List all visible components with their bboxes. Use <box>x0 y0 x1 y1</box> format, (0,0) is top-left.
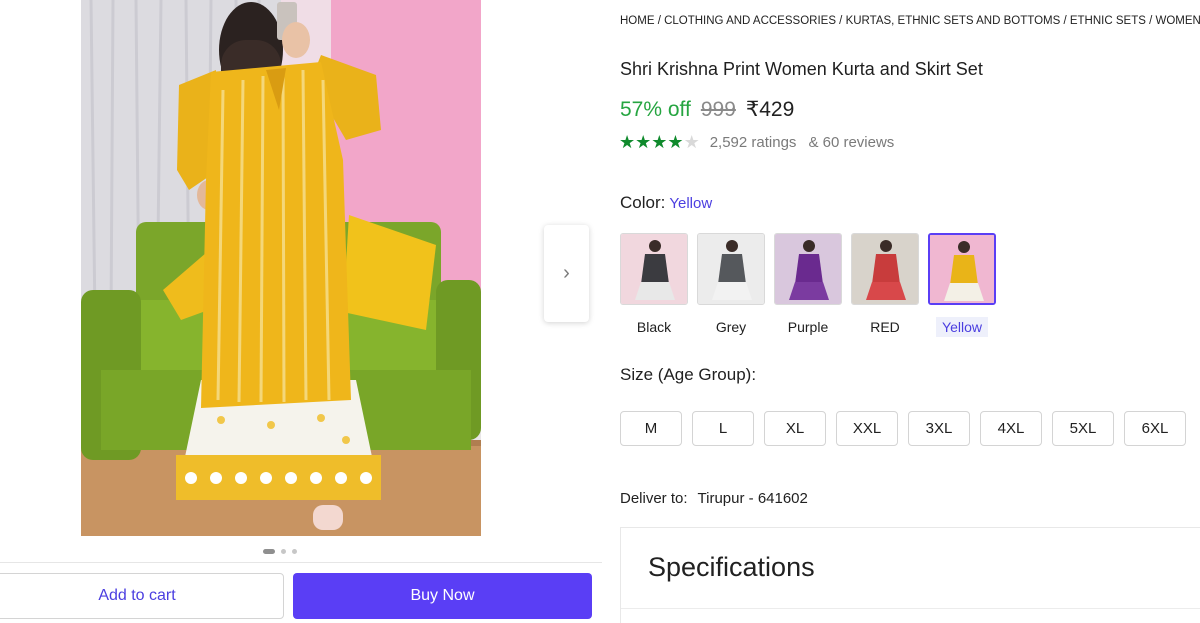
color-thumbnail <box>697 233 765 305</box>
color-thumbnail <box>620 233 688 305</box>
star-icon: ★ <box>683 132 700 152</box>
add-to-cart-button[interactable]: Add to cart <box>0 573 284 619</box>
star-icon: ★ <box>651 132 668 152</box>
ratings-count[interactable]: 2,592 ratings <box>710 134 797 151</box>
carousel-dot-1[interactable] <box>263 549 275 554</box>
color-option-label: Purple <box>787 319 829 335</box>
breadcrumb[interactable]: HOME / CLOTHING AND ACCESSORIES / KURTAS… <box>620 15 1200 27</box>
size-option-xl[interactable]: XL <box>764 411 826 446</box>
selected-color: Yellow <box>669 195 713 212</box>
color-thumbnail <box>774 233 842 305</box>
rating-row: ★ ★ ★ ★ ★ 2,592 ratings & 60 reviews <box>619 133 894 151</box>
carousel-dot-3[interactable] <box>292 549 297 554</box>
star-icon: ★ <box>635 132 652 152</box>
deliver-to-label: Deliver to: <box>620 490 688 507</box>
star-icon: ★ <box>667 132 684 152</box>
original-price: 999 <box>700 98 736 121</box>
color-swatches: Black Grey Purple RED Yellow <box>620 233 996 337</box>
size-option-5xl[interactable]: 5XL <box>1052 411 1114 446</box>
size-option-l[interactable]: L <box>692 411 754 446</box>
size-option-6xl[interactable]: 6XL <box>1124 411 1186 446</box>
color-option-label: Grey <box>715 319 747 335</box>
color-option-label: Yellow <box>936 317 988 337</box>
selling-price: ₹429 <box>745 98 795 121</box>
product-image[interactable] <box>81 0 481 536</box>
size-option-xxl[interactable]: XXL <box>836 411 898 446</box>
size-label: Size (Age Group): <box>620 365 757 384</box>
delivery-info: Deliver to: Tirupur - 641602 <box>620 490 808 507</box>
divider <box>621 608 1200 609</box>
specifications-title[interactable]: Specifications <box>648 552 815 583</box>
star-rating: ★ ★ ★ ★ ★ <box>619 133 700 151</box>
color-thumbnail <box>928 233 996 305</box>
color-option-yellow[interactable]: Yellow <box>928 233 996 337</box>
buy-now-button[interactable]: Buy Now <box>293 573 592 619</box>
color-thumbnail <box>851 233 919 305</box>
color-label-text: Color: <box>620 193 666 212</box>
color-option-red[interactable]: RED <box>851 233 919 337</box>
price-row: 57% off 999 ₹429 <box>620 97 794 122</box>
purchase-actions: Add to cart Buy Now <box>0 562 602 623</box>
color-option-purple[interactable]: Purple <box>774 233 842 337</box>
reviews-count[interactable]: & 60 reviews <box>808 134 894 151</box>
color-option-label: RED <box>870 319 900 335</box>
chevron-right-icon: › <box>563 262 570 284</box>
size-option-4xl[interactable]: 4XL <box>980 411 1042 446</box>
product-photo-illustration <box>81 0 481 536</box>
size-options: M L XL XXL 3XL 4XL 5XL 6XL <box>620 411 1186 446</box>
next-image-button[interactable]: › <box>544 225 589 322</box>
carousel-dot-2[interactable] <box>281 549 286 554</box>
size-option-m[interactable]: M <box>620 411 682 446</box>
star-icon: ★ <box>619 132 636 152</box>
specifications-section: Specifications <box>620 527 1200 623</box>
color-option-label: Black <box>636 319 672 335</box>
color-option-black[interactable]: Black <box>620 233 688 337</box>
discount-percent: 57% off <box>620 98 691 121</box>
color-label: Color: Yellow <box>620 193 712 213</box>
size-option-3xl[interactable]: 3XL <box>908 411 970 446</box>
color-option-grey[interactable]: Grey <box>697 233 765 337</box>
delivery-location[interactable]: Tirupur - 641602 <box>698 490 808 507</box>
image-carousel-dots[interactable] <box>263 549 297 554</box>
product-title: Shri Krishna Print Women Kurta and Skirt… <box>620 59 983 79</box>
